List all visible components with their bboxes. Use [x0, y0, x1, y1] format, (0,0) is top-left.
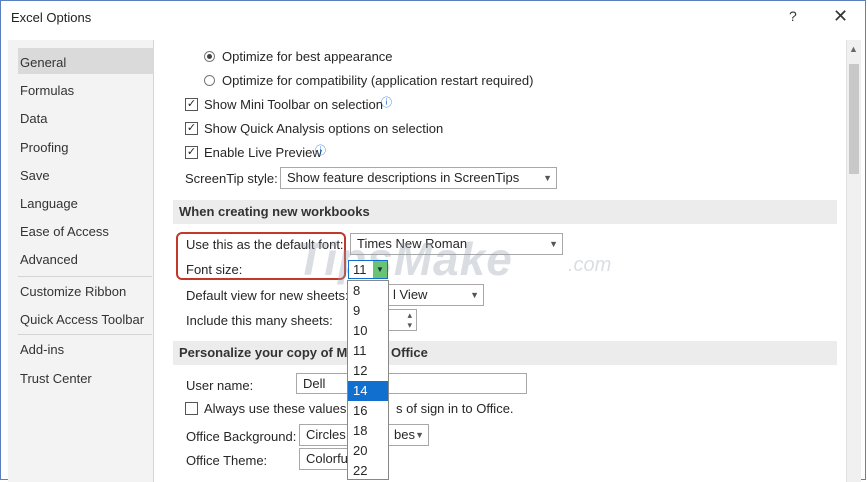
sidebar-divider — [18, 334, 152, 335]
checkbox-mini-toolbar-label: Show Mini Toolbar on selection — [204, 97, 383, 112]
checkbox-always-use-values[interactable] — [185, 402, 198, 415]
sidebar-item-trust-center[interactable]: Trust Center — [20, 371, 92, 386]
sidebar-item-save[interactable]: Save — [20, 168, 50, 183]
spinner-arrows-icon[interactable]: ▴ ▾ — [407, 310, 412, 330]
checkbox-live-preview-label: Enable Live Preview — [204, 145, 322, 160]
chevron-down-icon[interactable]: ▼ — [373, 261, 387, 278]
close-icon[interactable]: ✕ — [833, 6, 848, 27]
sidebar: General Formulas Data Proofing Save Lang… — [8, 40, 154, 482]
screentip-style-dropdown[interactable]: Show feature descriptions in ScreenTips … — [280, 167, 557, 189]
info-icon: ⓘ — [381, 97, 392, 109]
radio-best-appearance-label: Optimize for best appearance — [222, 49, 393, 64]
font-size-option[interactable]: 12 — [348, 361, 388, 381]
sidebar-item-add-ins[interactable]: Add-ins — [20, 342, 64, 357]
chevron-down-icon: ▼ — [470, 290, 479, 300]
sidebar-item-advanced[interactable]: Advanced — [20, 252, 78, 267]
font-size-options-list: 8 9 10 11 12 14 16 18 20 22 — [347, 280, 389, 480]
chevron-down-icon: ▼ — [549, 239, 558, 249]
sidebar-divider — [18, 276, 152, 277]
font-size-option[interactable]: 10 — [348, 321, 388, 341]
checkbox-mini-toolbar[interactable]: ✓ — [185, 98, 198, 111]
font-size-dropdown[interactable]: 11 ▼ — [348, 260, 388, 279]
radio-best-appearance[interactable] — [204, 51, 215, 62]
section-header-personalize-tail: Office — [391, 345, 428, 360]
font-size-option[interactable]: 18 — [348, 421, 388, 441]
checkbox-quick-analysis-label: Show Quick Analysis options on selection — [204, 121, 444, 136]
checkbox-live-preview[interactable]: ✓ — [185, 146, 198, 159]
vertical-scrollbar[interactable]: ▲ — [846, 40, 861, 482]
chevron-down-icon: ▼ — [543, 173, 552, 183]
font-size-option[interactable]: 11 — [348, 341, 388, 361]
sidebar-item-language[interactable]: Language — [20, 196, 78, 211]
section-header-personalize: Personalize your copy of Micr Office — [173, 341, 837, 365]
sidebar-item-proofing[interactable]: Proofing — [20, 140, 68, 155]
font-size-option-selected[interactable]: 14 — [348, 381, 388, 401]
font-size-value: 11 — [353, 262, 367, 277]
screentip-style-label: ScreenTip style: — [185, 171, 278, 186]
font-size-option[interactable]: 8 — [348, 281, 388, 301]
radio-compatibility-label: Optimize for compatibility (application … — [222, 73, 534, 88]
chevron-down-icon: ▼ — [415, 430, 424, 440]
section-header-new-workbooks-label: When creating new workbooks — [179, 204, 370, 219]
dialog-title: Excel Options — [11, 10, 92, 25]
watermark-suffix: .com — [568, 254, 612, 276]
sidebar-item-quick-access-toolbar[interactable]: Quick Access Toolbar — [20, 312, 144, 327]
sidebar-item-ease-of-access[interactable]: Ease of Access — [20, 224, 109, 239]
title-bar: Excel Options ? ✕ — [1, 1, 865, 35]
font-size-option[interactable]: 20 — [348, 441, 388, 461]
always-use-values-label: Always use these values re — [204, 401, 362, 416]
office-theme-value: Colorful — [306, 451, 351, 466]
scroll-up-icon[interactable]: ▲ — [849, 44, 858, 54]
default-view-label: Default view for new sheets: — [186, 288, 349, 303]
sidebar-item-customize-ribbon[interactable]: Customize Ribbon — [20, 284, 126, 299]
user-name-label: User name: — [186, 378, 254, 393]
scrollbar-thumb[interactable] — [849, 64, 859, 174]
font-size-option[interactable]: 9 — [348, 301, 388, 321]
sidebar-item-data[interactable]: Data — [20, 111, 47, 126]
office-background-label: Office Background: — [186, 429, 297, 444]
office-theme-label: Office Theme: — [186, 453, 268, 468]
help-icon[interactable]: ? — [789, 8, 797, 24]
watermark-logo: TipsMake — [296, 233, 513, 285]
always-use-values-label-tail: s of sign in to Office. — [396, 401, 514, 416]
screentip-style-value: Show feature descriptions in ScreenTips — [287, 170, 520, 185]
section-header-personalize-label: Personalize your copy of Micr — [179, 345, 364, 360]
font-size-option[interactable]: 16 — [348, 401, 388, 421]
checkbox-quick-analysis[interactable]: ✓ — [185, 122, 198, 135]
font-size-option[interactable]: 22 — [348, 461, 388, 481]
radio-compatibility[interactable] — [204, 75, 215, 86]
sidebar-item-formulas[interactable]: Formulas — [20, 83, 74, 98]
sheets-count-label: Include this many sheets: — [186, 313, 333, 328]
info-icon: ⓘ — [315, 145, 326, 157]
office-background-value-tail: bes — [394, 427, 415, 442]
section-header-new-workbooks: When creating new workbooks — [173, 200, 837, 224]
sidebar-item-general[interactable]: General — [20, 55, 66, 70]
user-name-value: Dell — [303, 376, 326, 391]
user-name-input[interactable]: Dell — [296, 373, 527, 394]
default-view-value: l View — [393, 287, 428, 302]
